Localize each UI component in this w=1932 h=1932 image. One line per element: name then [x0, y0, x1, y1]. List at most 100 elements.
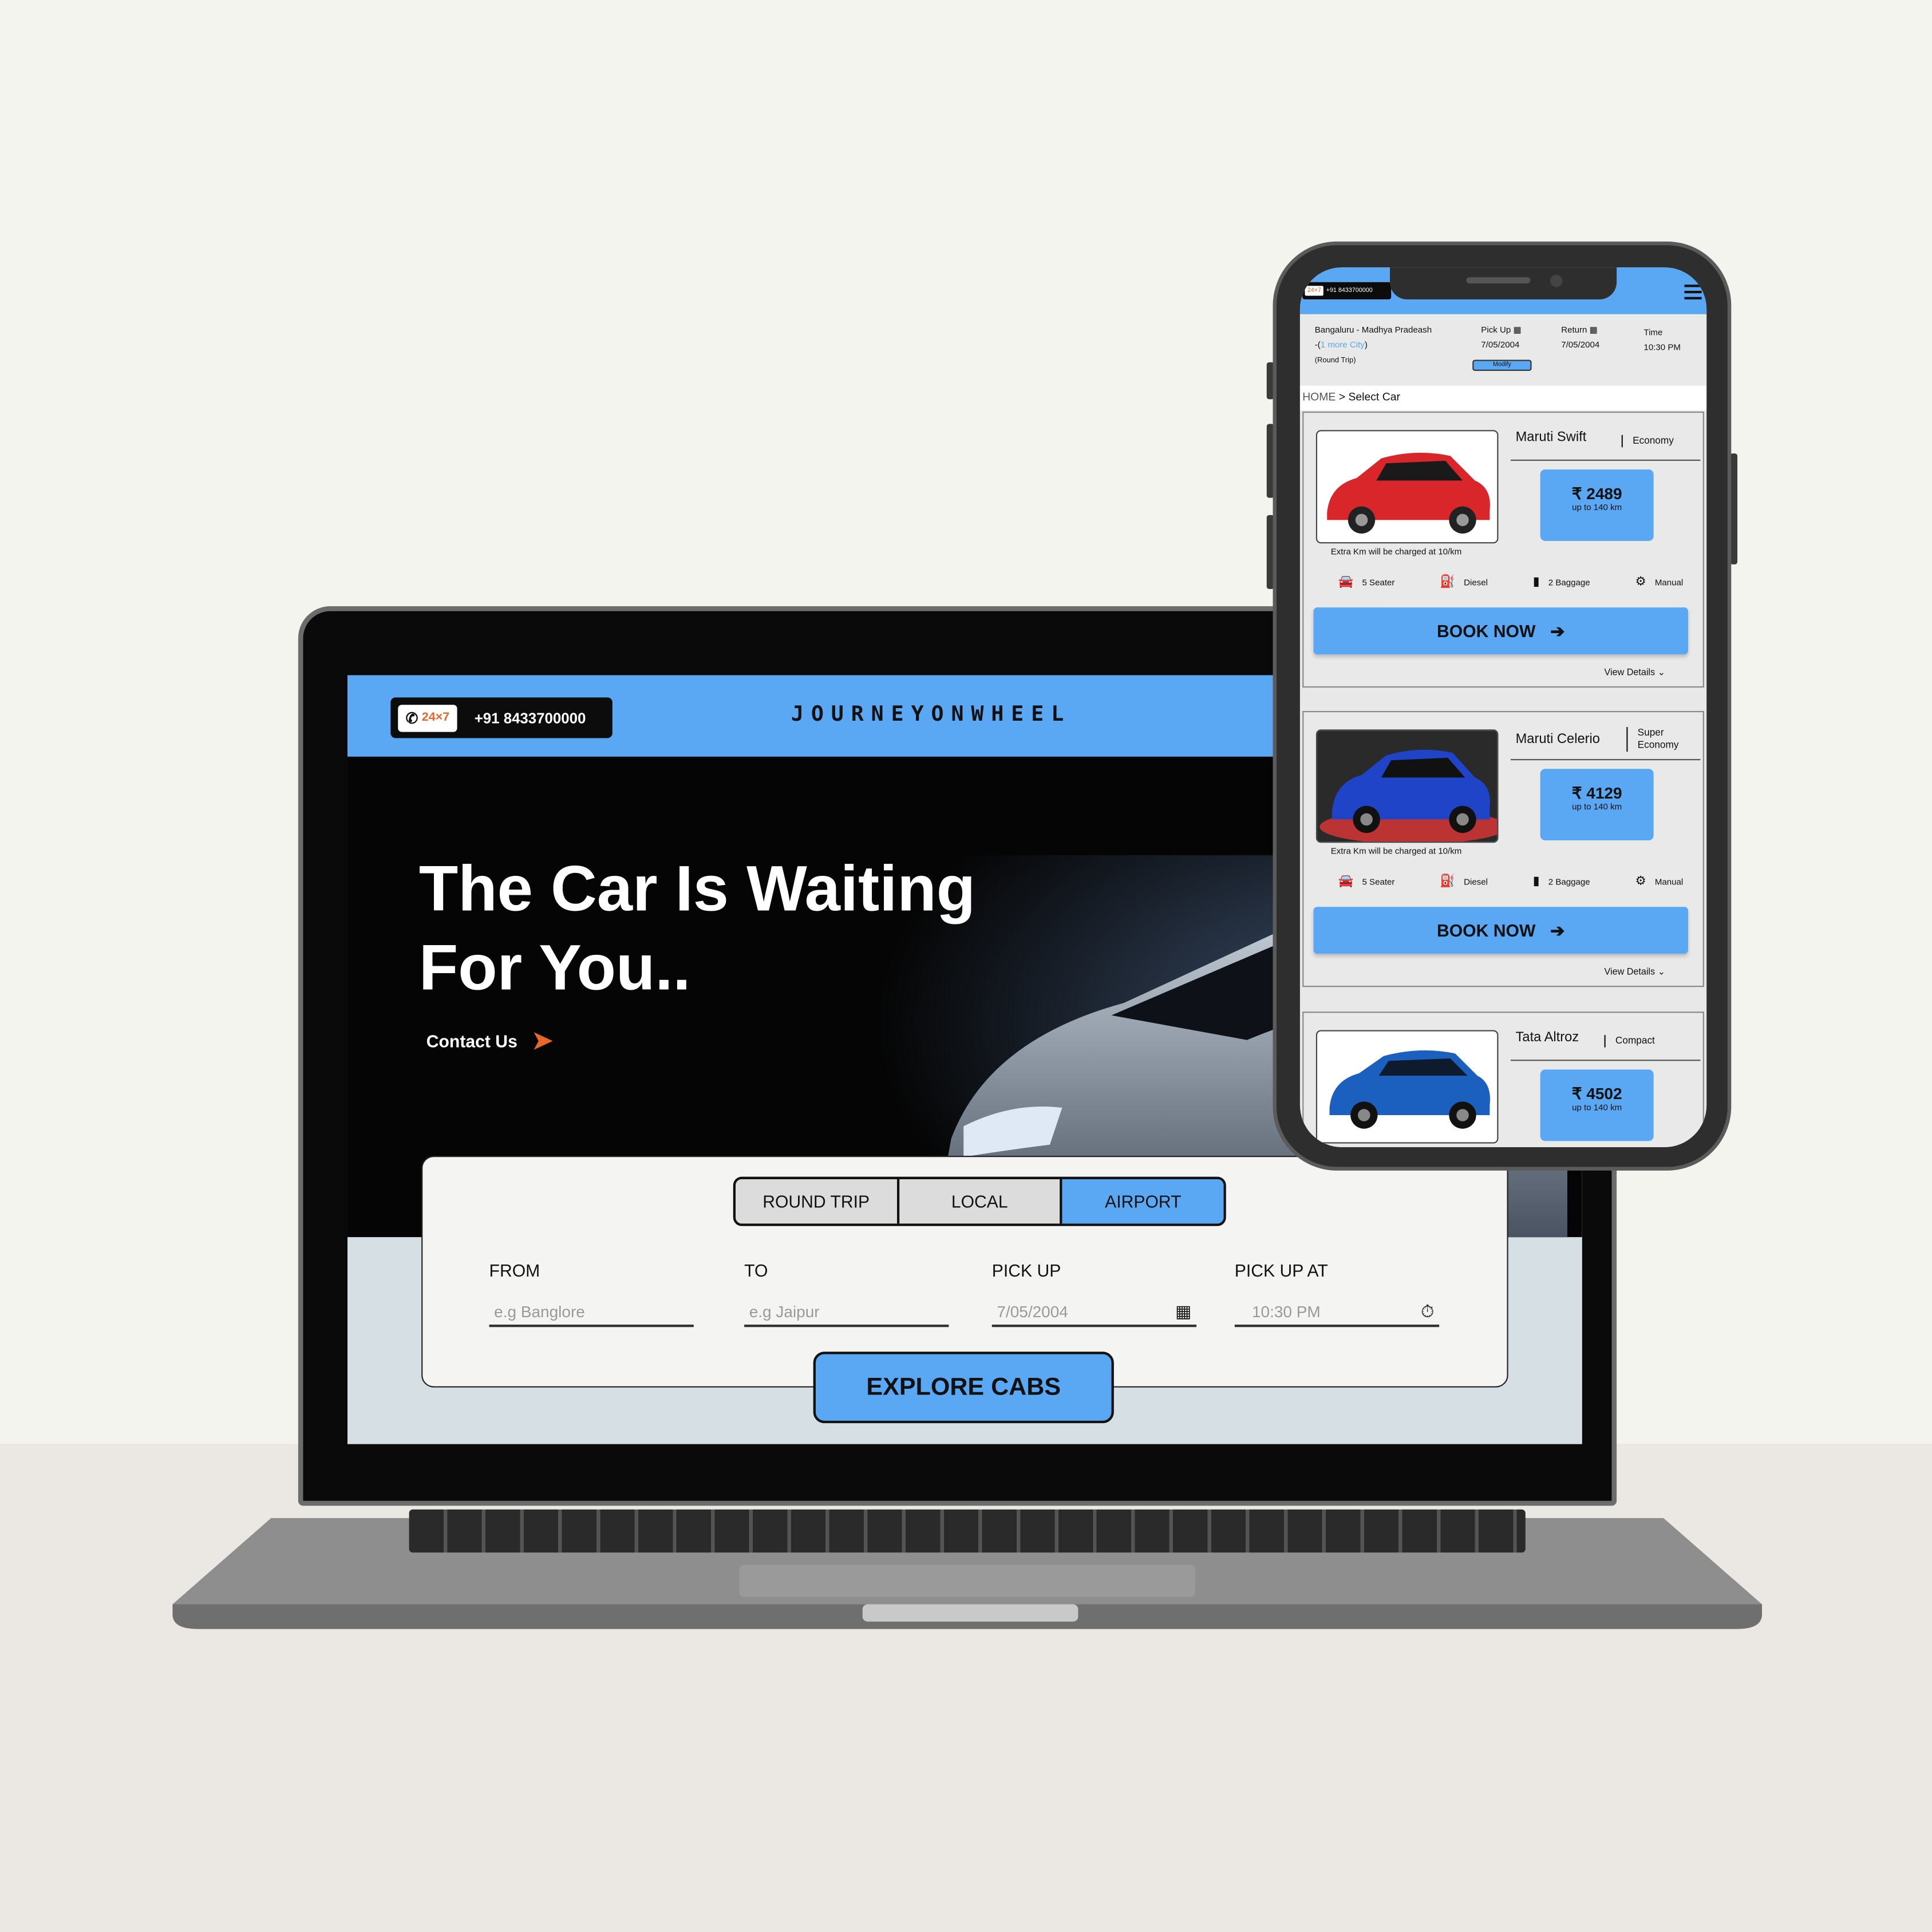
- calendar-icon[interactable]: ▦: [1175, 1301, 1191, 1322]
- feature-baggage-label: 2 Baggage: [1548, 579, 1590, 588]
- to-input[interactable]: e.g Jaipur: [744, 1298, 949, 1327]
- route-text: Bangaluru - Madhya Pradeash: [1314, 326, 1432, 335]
- pickup-summary-date: 7/05/2004: [1481, 341, 1520, 350]
- car-price: ₹ 4502: [1571, 1084, 1622, 1103]
- return-summary-label: Return: [1561, 326, 1587, 335]
- navigation-arrow-icon: ➤: [532, 1028, 553, 1055]
- view-details-link[interactable]: View Details ⌄: [1605, 667, 1666, 678]
- pickup-date-input[interactable]: 7/05/2004 ▦: [991, 1298, 1197, 1327]
- contact-us-link[interactable]: Contact Us ➤: [426, 1025, 553, 1056]
- feature-transmission: ⚙ Manual: [1635, 575, 1683, 589]
- feature-seats: 🚘 5 Seater: [1338, 875, 1395, 888]
- from-input[interactable]: e.g Banglore: [489, 1298, 694, 1327]
- feature-transmission-label: Manual: [1654, 878, 1684, 887]
- feature-baggage: ▮ 2 Baggage: [1533, 575, 1590, 589]
- mobile-support-phone[interactable]: 24×7 +91 8433700000: [1302, 282, 1392, 300]
- phone-speaker: [1466, 277, 1531, 284]
- modify-button[interactable]: Modify: [1472, 359, 1532, 371]
- view-details-label: View Details: [1604, 966, 1656, 977]
- feature-baggage-label: 2 Baggage: [1548, 878, 1590, 887]
- feature-seats-label: 5 Seater: [1362, 579, 1395, 588]
- tab-local[interactable]: LOCAL: [899, 1179, 1063, 1224]
- trip-type: (Round Trip): [1314, 357, 1356, 365]
- laptop-keyboard: [409, 1509, 1526, 1553]
- price-box: ₹ 4502 up to 140 km: [1540, 1069, 1654, 1141]
- breadcrumb-current: Select Car: [1348, 390, 1400, 403]
- book-now-button[interactable]: BOOK NOW ➔: [1313, 607, 1688, 654]
- contact-us-label: Contact Us: [426, 1030, 517, 1051]
- car-image: [1315, 729, 1499, 843]
- from-placeholder: e.g Banglore: [494, 1302, 585, 1321]
- car-category: Compact: [1604, 1035, 1655, 1048]
- hamburger-menu-icon[interactable]: [1684, 285, 1702, 300]
- car-image: [1315, 1030, 1499, 1144]
- book-now-label: BOOK NOW: [1436, 621, 1536, 641]
- route-suffix: ): [1364, 341, 1368, 350]
- feature-fuel-label: Diesel: [1464, 579, 1488, 588]
- to-label: TO: [744, 1261, 768, 1281]
- car-name: Maruti Swift: [1515, 430, 1587, 445]
- extra-km-note: Extra Km will be charged at 10/km: [1330, 847, 1462, 856]
- card-divider: [1510, 758, 1701, 761]
- arrow-right-icon: ➔: [1550, 919, 1565, 940]
- car-price: ₹ 4129: [1571, 783, 1622, 803]
- feature-fuel: ⛽ Diesel: [1440, 875, 1488, 888]
- car-category: Economy: [1621, 434, 1674, 448]
- mobile-support-badge: 24×7: [1305, 286, 1324, 296]
- time-summary: Time 10:30 PM: [1643, 326, 1681, 356]
- car-category: Super Economy: [1626, 726, 1696, 752]
- route-extra: -(1 more City): [1315, 339, 1432, 354]
- stopwatch-icon[interactable]: ⏱: [1421, 1301, 1435, 1322]
- card-divider: [1510, 1060, 1701, 1061]
- tab-round-trip[interactable]: ROUND TRIP: [736, 1179, 899, 1224]
- card-divider: [1510, 459, 1701, 461]
- headline-line-2: For You..: [418, 933, 691, 1005]
- price-limit: up to 140 km: [1572, 504, 1622, 513]
- car-name: Tata Altroz: [1515, 1030, 1579, 1045]
- more-cities-link[interactable]: 1 more City: [1321, 341, 1365, 350]
- gear-icon: ⚙: [1635, 875, 1646, 888]
- chevron-down-icon: ⌄: [1657, 966, 1666, 977]
- calendar-icon: ▦: [1513, 326, 1522, 335]
- car-seat-icon: 🚘: [1338, 875, 1354, 888]
- arrow-right-icon: ➔: [1550, 620, 1565, 641]
- trip-summary: Bangaluru - Madhya Pradeash -(1 more Cit…: [1299, 314, 1707, 386]
- car-seat-icon: 🚘: [1338, 575, 1354, 589]
- support-badge: ✆ 24×7: [398, 704, 457, 732]
- hero-headline: The Car Is Waiting For You..: [419, 850, 975, 1008]
- chevron-down-icon: ⌄: [1657, 666, 1666, 678]
- price-box: ₹ 4129 up to 140 km: [1540, 769, 1654, 841]
- car-image: [1315, 430, 1499, 544]
- price-box: ₹ 2489 up to 140 km: [1540, 469, 1654, 541]
- feature-baggage: ▮ 2 Baggage: [1533, 875, 1590, 888]
- book-now-button[interactable]: BOOK NOW ➔: [1313, 907, 1688, 954]
- return-summary: Return ▦ 7/05/2004: [1561, 324, 1599, 354]
- car-name: Maruti Celerio: [1515, 732, 1600, 747]
- return-summary-date: 7/05/2004: [1561, 341, 1600, 350]
- feature-fuel-label: Diesel: [1464, 878, 1488, 887]
- explore-cabs-button[interactable]: EXPLORE CABS: [813, 1352, 1114, 1424]
- phone-screen: 24×7 +91 8433700000 Bangaluru - Madhya Pr…: [1299, 267, 1707, 1147]
- gear-icon: ⚙: [1635, 575, 1646, 589]
- support-phone-box[interactable]: ✆ 24×7 +91 8433700000: [390, 697, 613, 738]
- view-details-link[interactable]: View Details ⌄: [1605, 966, 1666, 977]
- pickup-date-field: PICK UP 7/05/2004 ▦: [991, 1261, 1197, 1327]
- pickup-summary: Pick Up ▦ 7/05/2004: [1481, 324, 1521, 354]
- feature-transmission: ⚙ Manual: [1635, 875, 1683, 888]
- phone-camera: [1550, 275, 1563, 287]
- to-field: TO e.g Jaipur: [744, 1261, 949, 1327]
- pickup-date-placeholder: 7/05/2004: [997, 1302, 1068, 1321]
- feature-seats-label: 5 Seater: [1362, 878, 1395, 887]
- tab-airport[interactable]: AIRPORT: [1062, 1179, 1224, 1224]
- brand-logo[interactable]: JOURNEYONWHEEL: [791, 702, 1071, 727]
- view-details-label: View Details: [1604, 666, 1656, 678]
- feature-seats: 🚘 5 Seater: [1338, 575, 1395, 589]
- breadcrumb-home[interactable]: HOME: [1302, 390, 1336, 403]
- trip-type-tabs: ROUND TRIP LOCAL AIRPORT: [733, 1176, 1226, 1226]
- luggage-icon: ▮: [1532, 875, 1540, 888]
- pickup-time-input[interactable]: 10:30 PM ⏱: [1234, 1298, 1440, 1327]
- phone-notch: [1390, 267, 1617, 300]
- pickup-date-label: PICK UP: [991, 1261, 1061, 1281]
- to-placeholder: e.g Jaipur: [749, 1302, 820, 1321]
- breadcrumb: HOME > Select Car: [1299, 385, 1707, 410]
